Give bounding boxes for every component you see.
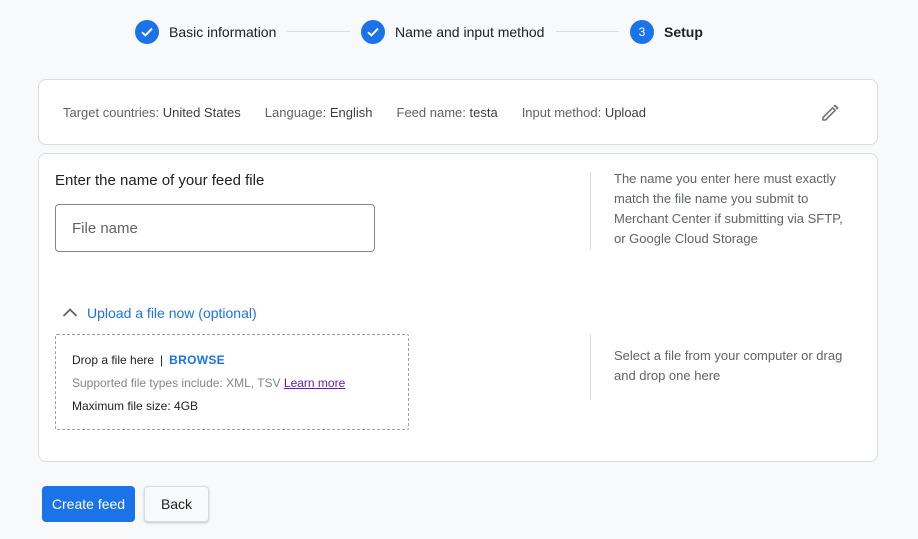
summary-key: Target countries: [63,104,160,120]
check-icon [135,20,159,44]
dropzone-line: Supported file types include: XML, TSV L… [72,372,392,395]
step-basic-information[interactable]: Basic information [135,18,276,46]
divider [590,172,591,250]
browse-button[interactable]: BROWSE [169,353,225,367]
step-label: Setup [664,24,703,40]
create-feed-button[interactable]: Create feed [42,486,135,522]
summary-row: Target countries: United States Language… [63,80,670,144]
drop-text: Drop a file here [72,353,155,367]
step-name-input-method[interactable]: Name and input method [361,18,544,46]
step-number: 3 [630,20,654,44]
summary-key: Feed name: [396,104,466,120]
step-setup[interactable]: 3 Setup [630,18,703,46]
summary-language: Language: English [265,105,373,120]
summary-target-countries: Target countries: United States [63,105,241,120]
summary-value: English [329,104,373,120]
dropzone-line: Drop a file here | BROWSE [72,349,392,372]
stepper: Basic information Name and input method … [0,18,918,46]
divider [590,334,591,400]
step-connector [556,31,619,32]
upload-help-text: Select a file from your computer or drag… [614,348,843,383]
summary-key: Input method: [521,104,602,120]
feed-setup-card: Enter the name of your feed file The nam… [38,153,878,462]
max-file-size-text: Maximum file size: 4GB [72,399,199,413]
step-label: Basic information [169,24,277,40]
step-label: Name and input method [395,24,545,40]
file-dropzone[interactable]: Drop a file here | BROWSE Supported file t… [55,334,409,430]
separator: | [160,353,164,367]
summary-value: testa [469,104,498,120]
summary-key: Language: [264,104,327,120]
summary-feed-name: Feed name: testa [397,105,498,120]
check-icon [361,20,385,44]
pencil-icon[interactable] [819,102,841,124]
feed-summary-card: Target countries: United States Language… [38,79,878,145]
feed-file-title: Enter the name of your feed file [55,172,265,189]
summary-input-method: Input method: Upload [522,105,646,120]
supported-types-text: Supported file types include: XML, TSV [72,376,281,390]
summary-value: United States [162,104,241,120]
step-connector [287,31,350,32]
summary-value: Upload [604,104,647,120]
learn-more-link[interactable]: Learn more [284,376,345,390]
upload-toggle-label: Upload a file now (optional) [87,305,257,321]
back-button[interactable]: Back [144,486,209,522]
file-name-input[interactable] [55,204,375,252]
file-name-help-text: The name you enter here must exactly mat… [614,171,843,246]
upload-toggle[interactable]: Upload a file now (optional) [61,304,257,322]
chevron-up-icon [62,308,78,317]
